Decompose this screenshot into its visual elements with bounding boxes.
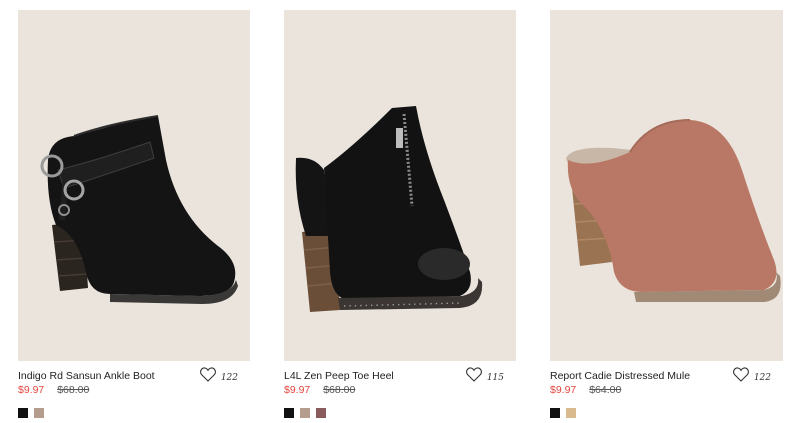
- product-name[interactable]: L4L Zen Peep Toe Heel: [284, 370, 394, 382]
- color-swatch[interactable]: [550, 408, 560, 418]
- product-card[interactable]: L4L Zen Peep Toe Heel $9.97 $68.00 115: [284, 10, 516, 423]
- color-swatches: [550, 408, 582, 418]
- color-swatch[interactable]: [18, 408, 28, 418]
- wishlist-count: 122: [753, 373, 771, 383]
- wishlist: 122: [199, 366, 238, 383]
- original-price: $68.00: [57, 384, 90, 396]
- product-name[interactable]: Indigo Rd Sansun Ankle Boot: [18, 370, 155, 382]
- wishlist-count: 122: [220, 373, 238, 383]
- color-swatch[interactable]: [316, 408, 326, 418]
- heart-icon[interactable]: [732, 367, 749, 382]
- sale-price: $9.97: [550, 384, 577, 396]
- heart-icon[interactable]: [465, 367, 482, 382]
- product-image-peep-toe-heel[interactable]: [284, 10, 516, 361]
- color-swatches: [284, 408, 332, 418]
- heart-icon[interactable]: [199, 367, 216, 382]
- original-price: $64.00: [589, 384, 622, 396]
- wishlist: 115: [465, 366, 504, 383]
- original-price: $68.00: [323, 384, 356, 396]
- color-swatch[interactable]: [284, 408, 294, 418]
- color-swatches: [18, 408, 50, 418]
- product-image-mule[interactable]: [550, 10, 783, 361]
- color-swatch[interactable]: [566, 408, 576, 418]
- product-card[interactable]: Indigo Rd Sansun Ankle Boot $9.97 $68.00…: [18, 10, 250, 423]
- wishlist: 122: [732, 366, 771, 383]
- color-swatch[interactable]: [300, 408, 310, 418]
- product-card[interactable]: Report Cadie Distressed Mule $9.97 $64.0…: [550, 10, 783, 423]
- wishlist-count: 115: [486, 373, 504, 383]
- sale-price: $9.97: [284, 384, 311, 396]
- product-name[interactable]: Report Cadie Distressed Mule: [550, 370, 690, 382]
- color-swatch[interactable]: [34, 408, 44, 418]
- product-image-ankle-boot[interactable]: [18, 10, 250, 361]
- product-grid: Indigo Rd Sansun Ankle Boot $9.97 $68.00…: [0, 0, 800, 423]
- sale-price: $9.97: [18, 384, 45, 396]
